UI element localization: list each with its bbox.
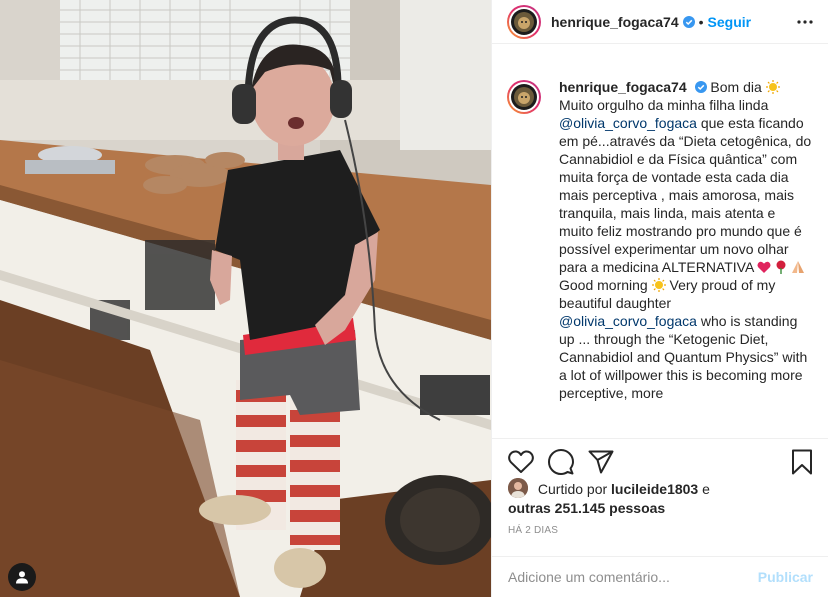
mention-link[interactable]: @olivia_corvo_fogaca — [559, 115, 697, 131]
post-sidebar: henrique_fogaca74 • Seguir henrique_foga… — [491, 0, 828, 597]
verified-icon — [694, 81, 707, 93]
bookmark-icon — [792, 449, 812, 475]
verified-icon — [682, 15, 695, 28]
lion-logo-icon — [514, 11, 534, 32]
liker-avatar[interactable] — [508, 478, 528, 498]
caption-part-4: Good morning — [559, 277, 648, 293]
likes-conj: e — [702, 481, 710, 497]
heart-icon — [508, 450, 534, 473]
caption-username[interactable]: henrique_fogaca74 — [559, 79, 687, 95]
comment-icon — [548, 449, 574, 475]
user-tag-icon — [16, 571, 28, 584]
action-bar — [492, 438, 828, 478]
likes-summary: Curtido por lucileide1803 e outras 251.1… — [508, 478, 813, 518]
sun-emoji — [765, 80, 780, 94]
caption-area: henrique_fogaca74 Bom dia Muito orgulho … — [492, 78, 828, 433]
caption-part-1: Bom dia — [710, 79, 762, 95]
rose-emoji — [776, 260, 786, 274]
user-tag-button[interactable] — [8, 563, 36, 591]
more-options-button[interactable] — [796, 13, 814, 36]
post-header: henrique_fogaca74 • Seguir — [492, 0, 828, 44]
heart-emoji — [757, 261, 771, 273]
post-photo[interactable] — [0, 0, 491, 597]
caption-text: henrique_fogaca74 Bom dia Muito orgulho … — [559, 78, 813, 433]
liker-username[interactable]: lucileide1803 — [611, 481, 698, 497]
publish-button[interactable]: Publicar — [758, 569, 813, 585]
likes-count[interactable]: outras 251.145 pessoas — [508, 500, 665, 516]
mention-link[interactable]: @olivia_corvo_fogaca — [559, 313, 697, 329]
comment-input[interactable] — [508, 569, 758, 585]
follow-button[interactable]: Seguir — [708, 14, 752, 30]
post-timestamp[interactable]: HÁ 2 DIAS — [508, 525, 558, 536]
comment-button[interactable] — [548, 449, 574, 475]
more-icon — [797, 20, 813, 24]
caption-part-2: Muito orgulho da minha filha linda — [559, 97, 769, 113]
comment-bar: Publicar — [492, 556, 828, 597]
like-button[interactable] — [508, 450, 534, 474]
caption-part-3: que esta ficando em pé...através da “Die… — [559, 115, 812, 275]
lion-logo-icon — [514, 87, 534, 107]
separator-dot: • — [698, 13, 704, 30]
sun-emoji — [651, 278, 666, 292]
share-icon — [588, 450, 614, 474]
author-avatar[interactable] — [507, 4, 541, 39]
share-button[interactable] — [588, 450, 614, 474]
photo-image — [0, 0, 491, 597]
pray-emoji — [792, 261, 805, 273]
caption-author-avatar[interactable] — [507, 80, 541, 114]
author-username[interactable]: henrique_fogaca74 — [551, 14, 679, 30]
likes-prefix: Curtido por — [537, 481, 608, 497]
save-button[interactable] — [791, 449, 813, 475]
